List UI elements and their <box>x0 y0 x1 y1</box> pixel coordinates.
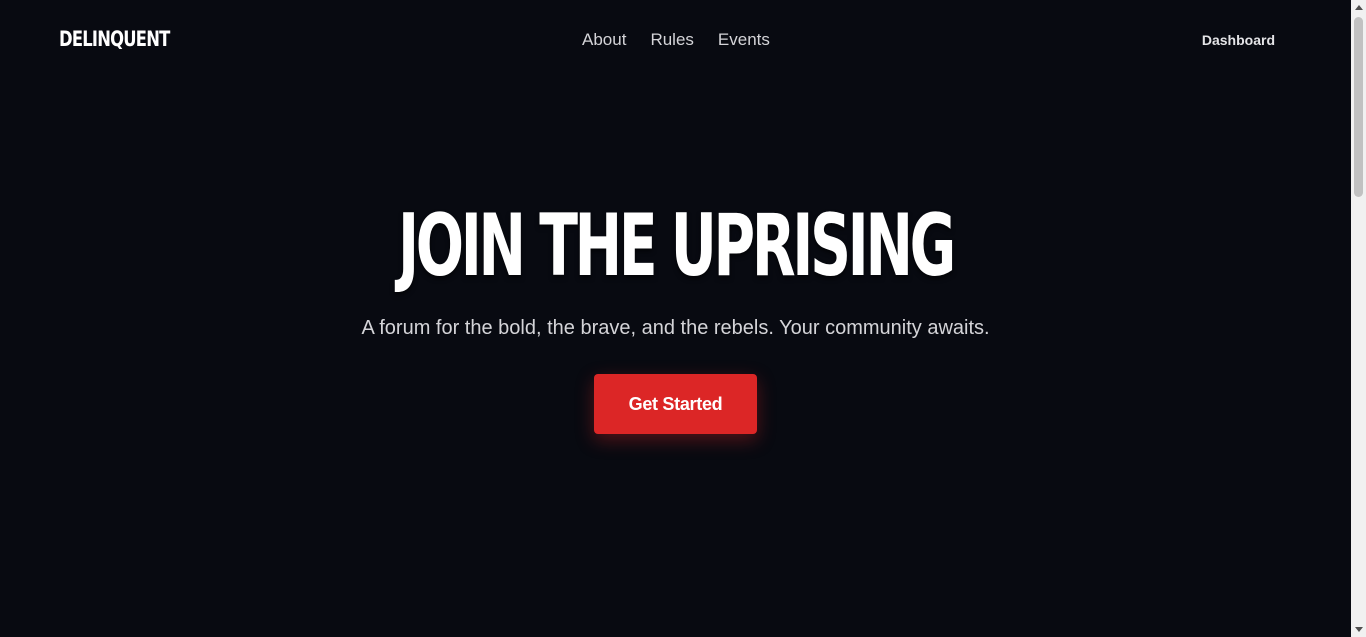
hero-subtitle: A forum for the bold, the brave, and the… <box>361 317 990 339</box>
site-logo[interactable]: DELINQUENT <box>59 26 170 52</box>
nav-link-about[interactable]: About <box>582 30 626 50</box>
chevron-up-icon[interactable] <box>1351 0 1366 15</box>
vertical-scrollbar[interactable] <box>1351 0 1366 637</box>
chevron-down-icon[interactable] <box>1351 622 1366 637</box>
page: DELINQUENT About Rules Events Dashboard … <box>0 0 1351 637</box>
hero-title-text: JOIN THE UPRISING <box>397 196 956 296</box>
nav-links: About Rules Events <box>582 30 770 50</box>
hero-title: JOIN THE UPRISING <box>0 198 1351 294</box>
top-nav: DELINQUENT About Rules Events Dashboard <box>0 0 1351 80</box>
nav-link-rules[interactable]: Rules <box>650 30 693 50</box>
get-started-button[interactable]: Get Started <box>594 374 757 434</box>
dashboard-link[interactable]: Dashboard <box>1202 31 1275 49</box>
nav-link-events[interactable]: Events <box>718 30 770 50</box>
scrollbar-thumb[interactable] <box>1354 17 1363 197</box>
